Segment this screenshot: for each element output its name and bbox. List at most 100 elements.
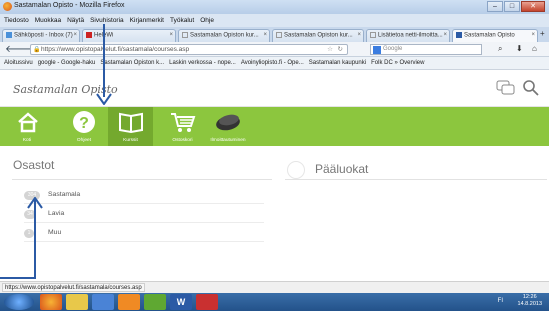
home-button-icon[interactable]: ⌂ xyxy=(532,44,537,53)
page-icon xyxy=(276,32,282,38)
annotation-arrow-line xyxy=(103,24,105,97)
tab-close-icon[interactable]: × xyxy=(169,32,173,38)
tab-course-2[interactable]: Sastamalan Opiston kur... × xyxy=(272,29,364,42)
department-name: Muu xyxy=(48,229,62,236)
annotation-arrow-line xyxy=(34,200,36,278)
word-icon[interactable]: W xyxy=(170,294,192,310)
tab-helewi[interactable]: HeleWi× xyxy=(82,29,176,42)
tab-close-icon[interactable]: × xyxy=(263,32,267,38)
annotation-arrowhead xyxy=(96,93,112,105)
window-titlebar: Sastamalan Opisto - Mozilla Firefox – □ … xyxy=(0,0,549,14)
tab-info[interactable]: Lisätietoa netti-ilmoitta... × xyxy=(366,29,450,42)
google-icon xyxy=(373,46,381,54)
tab-close-icon[interactable]: × xyxy=(73,32,77,38)
search-icon[interactable]: ⌕ xyxy=(498,44,502,54)
menu-view[interactable]: Näytä xyxy=(67,17,84,24)
menu-history[interactable]: Sivuhistoria xyxy=(90,17,124,24)
bookmark-sastamala-opisto[interactable]: Sastamalan Opiston k... xyxy=(100,60,164,66)
menu-edit[interactable]: Muokkaa xyxy=(35,17,61,24)
menu-help[interactable]: Ohje xyxy=(200,17,214,24)
back-button[interactable]: 🡐 xyxy=(5,43,32,55)
department-name: Lavia xyxy=(48,210,65,217)
bookmark-avoinyliopisto[interactable]: Avoinyliopisto.fi - Ope... xyxy=(241,60,304,66)
department-item-lavia[interactable]: 34 Lavia xyxy=(24,207,264,223)
menu-bar: Tiedosto Muokkaa Näytä Sivuhistoria Kirj… xyxy=(0,14,549,27)
annotation-arrow-line xyxy=(0,277,36,279)
tab-sastamalan-opisto[interactable]: Sastamalan Opisto × xyxy=(452,29,538,42)
url-text: https://www.opistopalvelut.fi/sastamala/… xyxy=(41,46,190,53)
search-site-icon[interactable] xyxy=(522,79,540,97)
site-header: Sastamalan Opisto xyxy=(0,70,549,107)
svg-text:?: ? xyxy=(79,115,89,132)
close-button[interactable]: ✕ xyxy=(521,1,545,12)
annotation-arrowhead xyxy=(27,197,43,209)
status-bar: https://www.opistopalvelut.fi/sastamala/… xyxy=(0,281,549,293)
tab-inbox[interactable]: Sähköposti - Inbox (7) × xyxy=(2,29,80,42)
bookmark-sastamala-kaupunki[interactable]: Sastamalan kaupunki xyxy=(309,60,366,66)
taskbar: W FI 12:26 14.8.2013 xyxy=(0,293,549,311)
department-item-muu[interactable]: 1 Muu xyxy=(24,226,264,242)
system-tray[interactable]: FI xyxy=(498,298,503,304)
app-icon[interactable] xyxy=(144,294,166,310)
tab-bar: Sähköposti - Inbox (7)× HeleWi× Sastamal… xyxy=(0,27,549,42)
main-categories-icon xyxy=(287,161,305,179)
firefox-taskbar-icon[interactable] xyxy=(40,294,62,310)
app-icon[interactable] xyxy=(118,294,140,310)
mail-icon xyxy=(6,32,12,38)
explorer-icon[interactable] xyxy=(66,294,88,310)
registration-icon xyxy=(216,114,240,131)
book-icon xyxy=(119,112,143,133)
tab-course-1[interactable]: Sastamalan Opiston kur... × xyxy=(178,29,270,42)
site-icon xyxy=(456,32,462,38)
site-nav: Koti ? Ohjeet Kurssit Ostoskori Ilmoitta… xyxy=(0,107,549,146)
divider xyxy=(285,179,547,180)
department-count-badge: 1 xyxy=(24,229,34,238)
clock: 12:26 14.8.2013 xyxy=(517,294,542,307)
nav-ostoskori[interactable]: Ostoskori xyxy=(160,107,205,146)
page-icon xyxy=(370,32,376,38)
status-url: https://www.opistopalvelut.fi/sastamala/… xyxy=(2,283,145,292)
main-categories-heading: Pääluokat xyxy=(315,162,369,176)
star-icon[interactable]: ☆ xyxy=(327,45,333,54)
departments-heading: Osastot xyxy=(13,158,55,172)
maximize-button[interactable]: □ xyxy=(504,1,520,12)
reload-icon[interactable]: ↻ xyxy=(338,45,343,54)
menu-tools[interactable]: Työkalut xyxy=(170,17,194,24)
chat-icon[interactable] xyxy=(496,80,516,96)
cart-icon xyxy=(171,113,196,132)
search-placeholder: Google xyxy=(383,46,403,52)
nav-ilmoittautuminen[interactable]: Ilmoittautuminen xyxy=(204,107,252,146)
firefox-icon xyxy=(3,2,12,11)
pdf-icon[interactable] xyxy=(196,294,218,310)
nav-ohjeet[interactable]: ? Ohjeet xyxy=(64,107,104,146)
nav-kurssit[interactable]: Kurssit xyxy=(108,107,153,146)
search-input[interactable]: Google xyxy=(370,44,482,55)
tab-close-icon[interactable]: × xyxy=(357,32,361,38)
department-item-sastamala[interactable]: 304 Sastamala xyxy=(24,188,264,204)
bookmark-laskin[interactable]: Laskin verkossa - nope... xyxy=(169,60,236,66)
help-icon: ? xyxy=(73,111,95,133)
menu-bookmarks[interactable]: Kirjanmerkit xyxy=(130,17,164,24)
start-button-icon[interactable] xyxy=(4,294,34,310)
download-icon[interactable]: ⬇ xyxy=(516,44,523,53)
page-icon xyxy=(182,32,188,38)
nav-bar: 🡐 🔒 https://www.opistopalvelut.fi/sastam… xyxy=(0,42,549,57)
tab-close-icon[interactable]: × xyxy=(531,32,535,38)
nav-koti[interactable]: Koti xyxy=(12,107,42,146)
department-name: Sastamala xyxy=(48,191,81,198)
bookmark-aloitussivu[interactable]: Aloitussivu xyxy=(4,60,33,66)
helewi-icon xyxy=(86,32,92,38)
outlook-icon[interactable] xyxy=(92,294,114,310)
new-tab-button[interactable]: + xyxy=(540,29,545,38)
menu-file[interactable]: Tiedosto xyxy=(4,17,29,24)
bookmark-folk-dc[interactable]: Folk DC » Overview xyxy=(371,60,424,66)
url-bar[interactable]: 🔒 https://www.opistopalvelut.fi/sastamal… xyxy=(30,44,348,55)
tab-close-icon[interactable]: × xyxy=(443,32,447,38)
main-content: Osastot Pääluokat 304 Sastamala 34 Lavia… xyxy=(0,146,549,281)
minimize-button[interactable]: – xyxy=(487,1,503,12)
bookmark-google[interactable]: google - Google-haku xyxy=(38,60,96,66)
divider xyxy=(12,179,272,180)
bookmarks-bar: Aloitussivu google - Google-haku Sastama… xyxy=(0,57,549,70)
lock-icon: 🔒 xyxy=(33,47,41,53)
window-title: Sastamalan Opisto - Mozilla Firefox xyxy=(14,2,125,9)
